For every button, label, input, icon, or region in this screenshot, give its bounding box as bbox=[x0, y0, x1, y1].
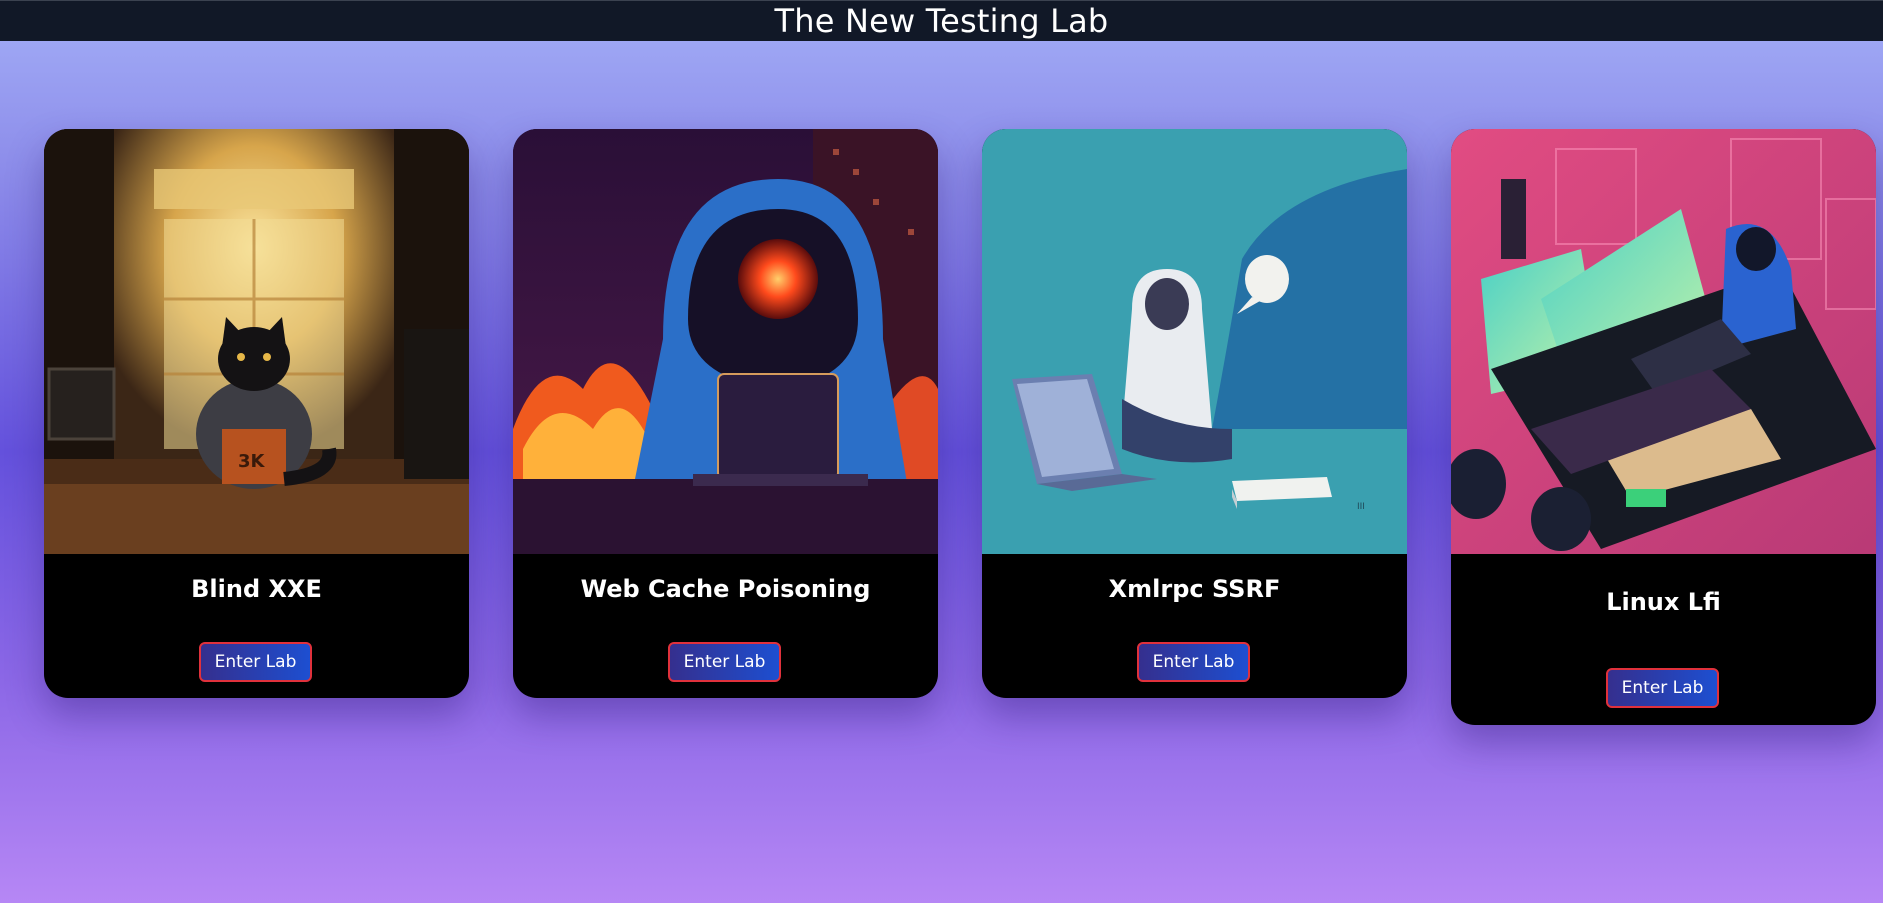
svg-text:3K: 3K bbox=[238, 451, 266, 472]
lab-image-xmlrpc-ssrf: III bbox=[982, 129, 1407, 554]
enter-lab-button[interactable]: Enter Lab bbox=[199, 642, 312, 682]
hooded-robot-hacker-fire-illustration bbox=[513, 129, 938, 554]
enter-lab-button[interactable]: Enter Lab bbox=[1137, 642, 1250, 682]
top-bar: The New Testing Lab bbox=[0, 0, 1883, 41]
lab-card-xmlrpc-ssrf: III Xmlrpc SSRF Enter Lab bbox=[982, 129, 1407, 698]
enter-lab-button[interactable]: Enter Lab bbox=[1606, 668, 1719, 708]
lab-card-linux-lfi: Linux Lfi Enter Lab bbox=[1451, 129, 1876, 725]
lab-card-web-cache-poisoning: Web Cache Poisoning Enter Lab bbox=[513, 129, 938, 698]
hacker-neon-room-illustration bbox=[1451, 129, 1876, 554]
lab-image-web-cache-poisoning bbox=[513, 129, 938, 554]
lab-image-blind-xxe: 3K bbox=[44, 129, 469, 554]
lab-card-blind-xxe: 3K Blind XXE Enter Lab bbox=[44, 129, 469, 698]
lab-title: Linux Lfi bbox=[1606, 588, 1721, 616]
svg-text:III: III bbox=[1357, 502, 1365, 512]
enter-lab-button[interactable]: Enter Lab bbox=[668, 642, 781, 682]
lab-title: Blind XXE bbox=[191, 575, 322, 603]
hoodie-person-laptop-illustration: III bbox=[982, 129, 1407, 554]
lab-image-linux-lfi bbox=[1451, 129, 1876, 554]
black-cat-laptop-illustration: 3K bbox=[44, 129, 469, 554]
page-title: The New Testing Lab bbox=[774, 2, 1109, 40]
lab-title: Web Cache Poisoning bbox=[580, 575, 871, 603]
lab-title: Xmlrpc SSRF bbox=[1108, 575, 1281, 603]
